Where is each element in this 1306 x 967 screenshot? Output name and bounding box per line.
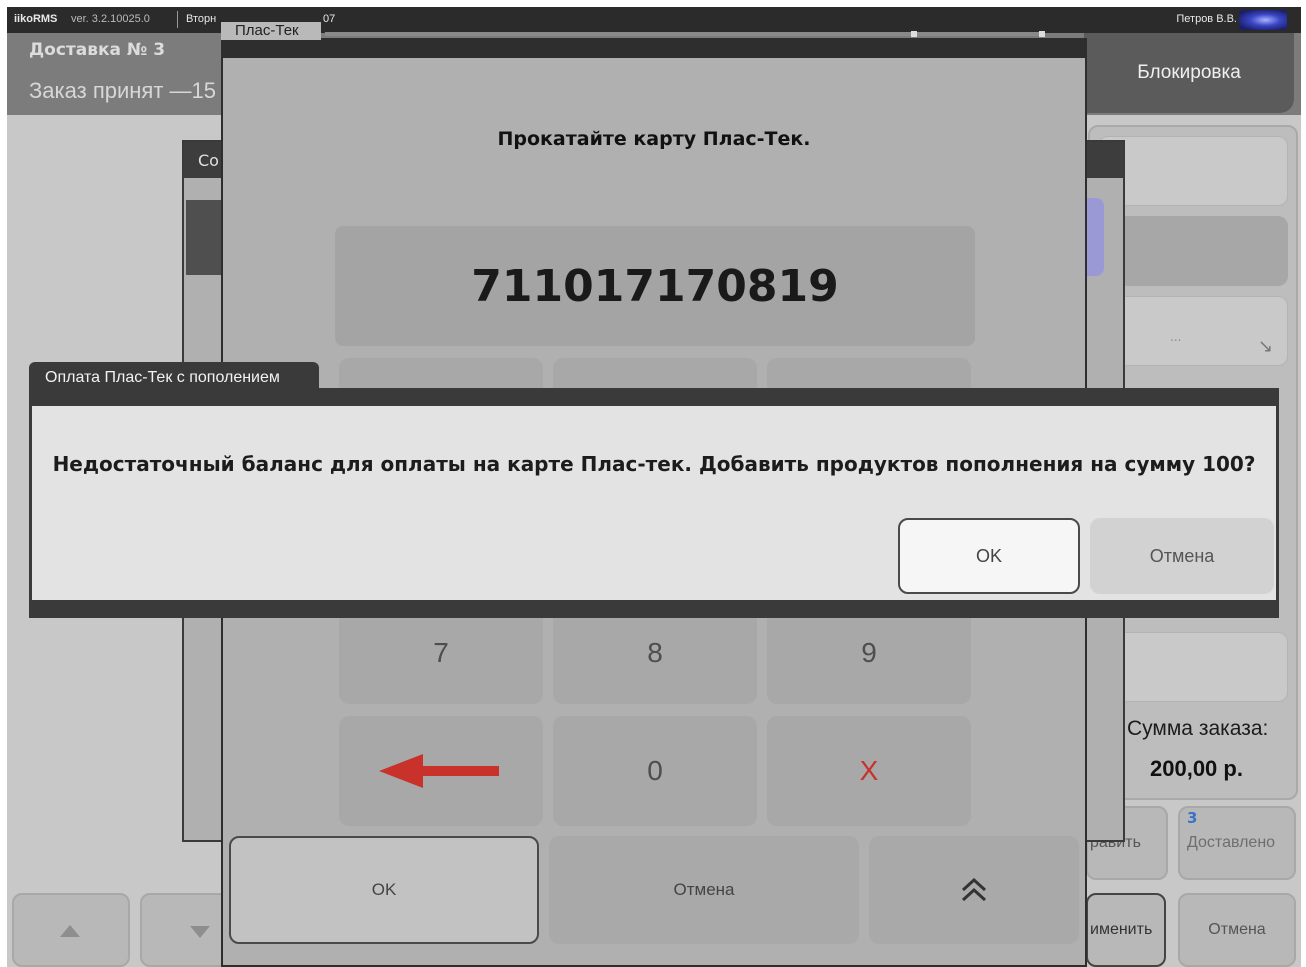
progress-marker (911, 31, 917, 37)
confirm-message: Недостаточный баланс для оплаты на карте… (52, 452, 1256, 476)
order-status: Заказ принят —15 (29, 78, 216, 103)
apply-button[interactable]: именить (1086, 893, 1166, 967)
double-chevron-up-icon (961, 878, 987, 902)
backspace-key[interactable] (339, 716, 543, 826)
order-sum-value: 200,00 р. (1150, 756, 1243, 781)
order-sum-label: Сумма заказа: (1127, 717, 1269, 740)
delivered-count: 3 (1187, 809, 1198, 827)
avatar[interactable] (1239, 10, 1287, 30)
underlying-dialog-title: Со (198, 151, 219, 170)
underlying-dialog-accent (1086, 198, 1104, 276)
plastek-dialog-header (223, 40, 1085, 58)
expand-arrow-icon[interactable]: ↘ (1258, 336, 1273, 357)
plastek-ok-button[interactable]: OK (229, 836, 539, 944)
plastek-progress-bar (325, 31, 1045, 37)
plastek-prompt: Прокатайте карту Плас-Тек. (497, 128, 811, 150)
apply-label: именить (1090, 921, 1153, 938)
side-card[interactable] (1098, 632, 1288, 702)
delivered-label: Доставлено (1187, 834, 1276, 851)
progress-marker (1039, 31, 1045, 37)
app-version: ver. 3.2.10025.0 (71, 13, 150, 25)
more-icon: ... (1170, 330, 1182, 344)
arrow-up-icon (60, 925, 80, 937)
keypad-key-0[interactable]: 0 (553, 716, 757, 826)
clear-key[interactable]: X (767, 716, 971, 826)
order-cancel-button[interactable]: Отмена (1178, 893, 1296, 967)
plastek-dialog-title: Плас-Тек (221, 22, 321, 40)
user-name: Петров В.В. (1176, 13, 1237, 25)
day-label: Вторн (186, 13, 217, 25)
side-card-selected[interactable] (1098, 216, 1288, 286)
side-card[interactable] (1098, 136, 1288, 206)
plastek-cancel-button[interactable]: Отмена (549, 836, 859, 944)
page-title: Доставка № 3 (29, 40, 166, 60)
lock-button[interactable]: Блокировка (1084, 33, 1294, 113)
underlying-dialog-block (186, 200, 222, 275)
confirm-dialog: Недостаточный баланс для оплаты на карте… (29, 388, 1279, 618)
confirm-ok-button[interactable]: OK (898, 518, 1080, 594)
backspace-arrow-icon (379, 754, 499, 788)
divider (177, 11, 178, 28)
time-label: 07 (323, 13, 336, 25)
confirm-cancel-button[interactable]: Отмена (1090, 518, 1274, 594)
collapse-button[interactable] (869, 836, 1079, 944)
card-number-display: 711017170819 (335, 226, 975, 346)
system-bar: iikoRMS ver. 3.2.10025.0 Вторн 07 Петров… (7, 7, 1301, 33)
arrow-down-icon (190, 926, 210, 938)
app-name: iikoRMS (14, 13, 58, 25)
order-cancel-label: Отмена (1208, 921, 1266, 938)
